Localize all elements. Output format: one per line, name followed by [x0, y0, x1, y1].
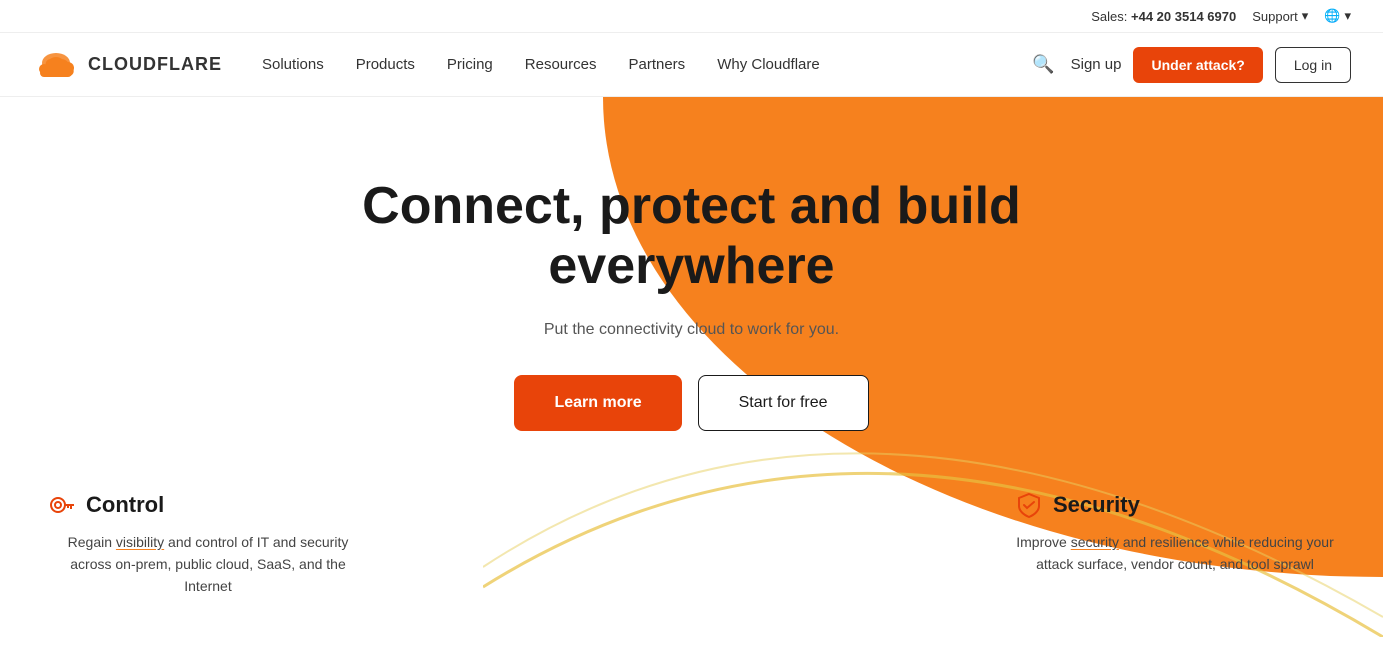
chevron-down-icon: ▾ — [1344, 8, 1351, 24]
top-bar: Sales: +44 20 3514 6970 Support ▾ 🌐 ▾ — [0, 0, 1383, 33]
control-description: Regain visibility and control of IT and … — [48, 531, 368, 598]
security-description: Improve security and resilience while re… — [1015, 531, 1335, 576]
support-label: Support — [1252, 9, 1298, 24]
sales-label: Sales: — [1091, 9, 1127, 24]
chevron-down-icon: ▾ — [1302, 8, 1309, 24]
security-title: Security — [1053, 492, 1140, 518]
hero-subtitle: Put the connectivity cloud to work for y… — [544, 321, 839, 339]
hero-title: Connect, protect and build everywhere — [352, 177, 1032, 297]
nav-partners[interactable]: Partners — [628, 56, 685, 73]
logo-text: CLOUDFLARE — [88, 54, 222, 75]
control-highlight: visibility — [116, 534, 164, 550]
logo-link[interactable]: CLOUDFLARE — [32, 49, 222, 81]
feature-card-security: Security Improve security and resilience… — [1015, 491, 1335, 598]
globe-icon: 🌐 — [1324, 8, 1340, 24]
nav-resources[interactable]: Resources — [525, 56, 597, 73]
support-menu[interactable]: Support ▾ — [1252, 8, 1308, 24]
cloudflare-logo-icon — [32, 49, 80, 81]
hero-buttons: Learn more Start for free — [514, 375, 868, 431]
nav-links: Solutions Products Pricing Resources Par… — [262, 56, 1028, 73]
control-icon — [48, 491, 76, 519]
signup-button[interactable]: Sign up — [1071, 56, 1122, 73]
nav-actions: 🔍 Sign up Under attack? Log in — [1028, 47, 1351, 83]
nav-products[interactable]: Products — [356, 56, 415, 73]
hero-section: Connect, protect and build everywhere Pu… — [0, 97, 1383, 637]
nav-why-cloudflare[interactable]: Why Cloudflare — [717, 56, 820, 73]
login-button[interactable]: Log in — [1275, 47, 1351, 83]
security-highlight: security — [1071, 534, 1119, 550]
feature-cards: Control Regain visibility and control of… — [0, 491, 1383, 598]
security-icon — [1015, 491, 1043, 519]
learn-more-button[interactable]: Learn more — [514, 375, 681, 431]
feature-card-control: Control Regain visibility and control of… — [48, 491, 368, 598]
under-attack-button[interactable]: Under attack? — [1133, 47, 1262, 83]
language-selector[interactable]: 🌐 ▾ — [1324, 8, 1351, 24]
sales-phone: +44 20 3514 6970 — [1131, 9, 1236, 24]
search-icon: 🔍 — [1032, 54, 1054, 74]
control-card-title: Control — [48, 491, 368, 519]
nav-solutions[interactable]: Solutions — [262, 56, 324, 73]
hero-content: Connect, protect and build everywhere Pu… — [0, 97, 1383, 598]
nav-pricing[interactable]: Pricing — [447, 56, 493, 73]
start-free-button[interactable]: Start for free — [698, 375, 869, 431]
control-title: Control — [86, 492, 164, 518]
sales-info: Sales: +44 20 3514 6970 — [1091, 9, 1236, 24]
search-button[interactable]: 🔍 — [1028, 50, 1058, 79]
navbar: CLOUDFLARE Solutions Products Pricing Re… — [0, 33, 1383, 97]
security-card-title: Security — [1015, 491, 1335, 519]
